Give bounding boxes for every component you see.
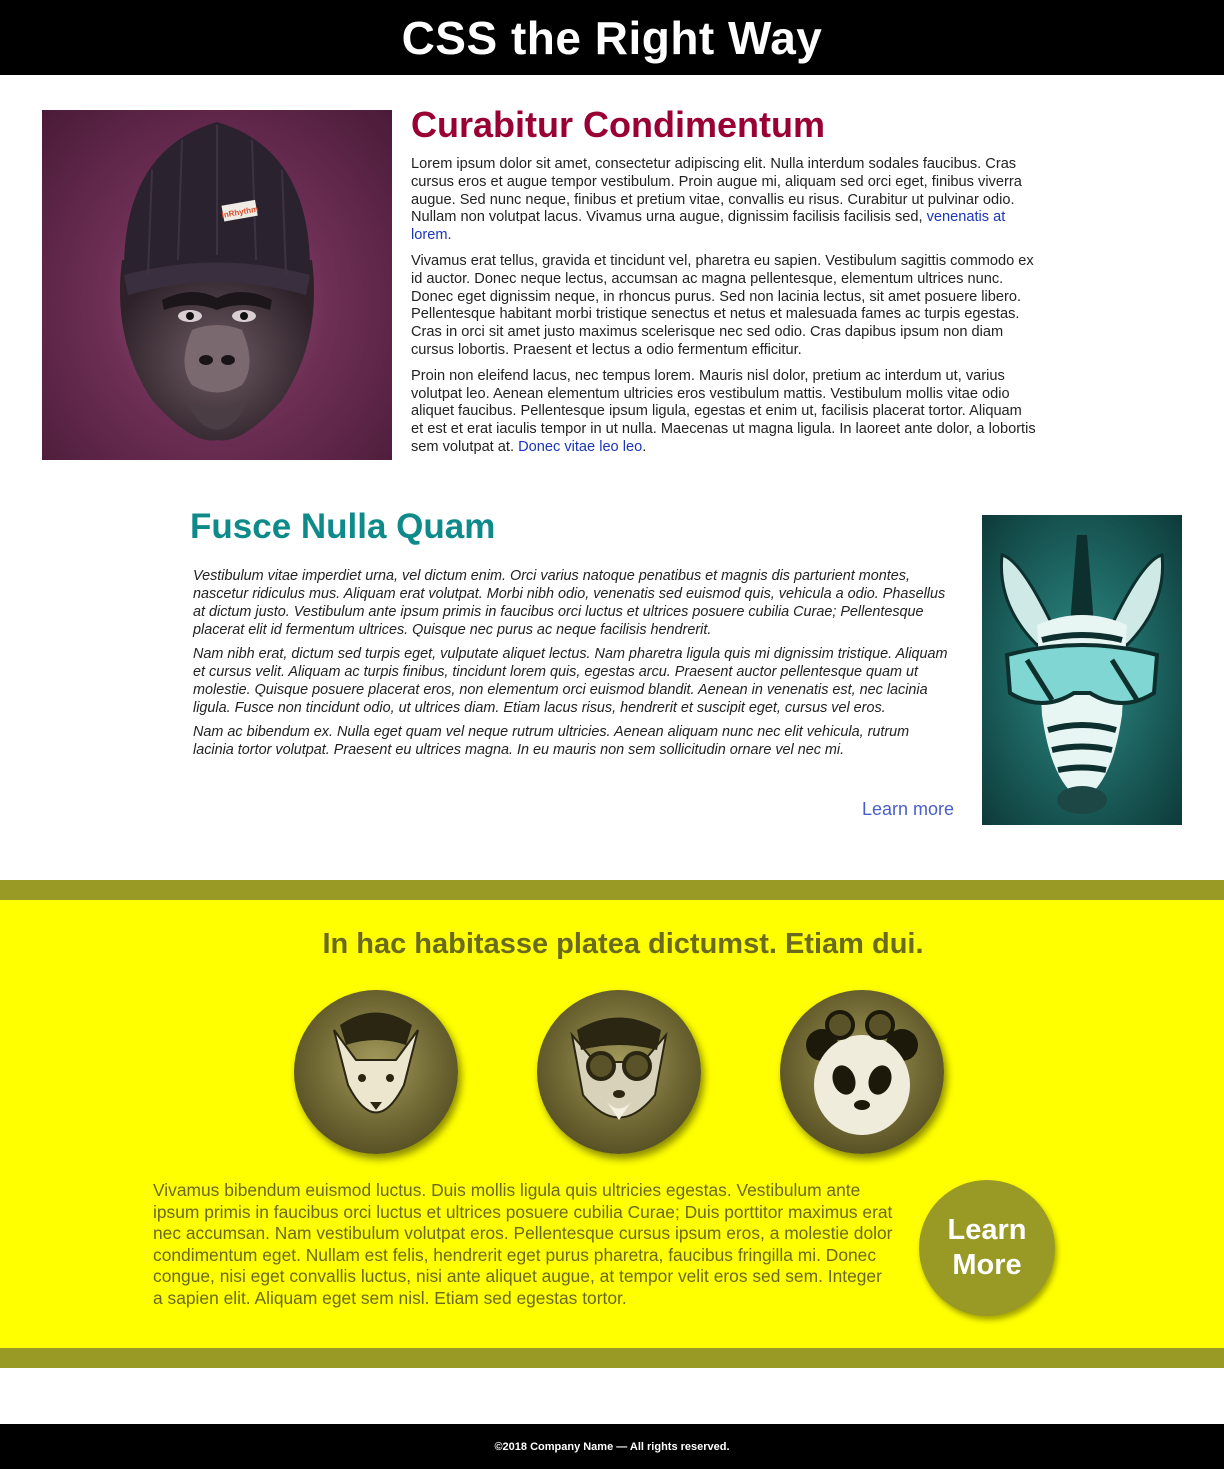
section1-p3-text: Proin non eleifend lacus, nec tempus lor… [411,367,1036,455]
band-bottom-stripe [0,1348,1224,1368]
section1-content: Curabitur Condimentum Lorem ipsum dolor … [411,104,1036,465]
section2-content: Fusce Nulla Quam Vestibulum vitae imperd… [190,507,950,765]
zebra-icon [999,535,1165,814]
section2-heading: Fusce Nulla Quam [190,507,496,546]
site-title: CSS the Right Way [401,11,823,64]
section1-paragraph-2: Vivamus erat tellus, gravida et tincidun… [411,252,1034,358]
section2-paragraph-2: Nam nibh erat, dictum sed turpis eget, v… [193,646,948,716]
panda-image [780,990,944,1154]
section2-learn-more-link[interactable]: Learn more [862,799,954,820]
section1-paragraph-3: Proin non eleifend lacus, nec tempus lor… [411,368,1036,457]
section1-paragraph-1: Lorem ipsum dolor sit amet, consectetur … [411,156,1036,245]
site-footer: ©2018 Company Name — All rights reserved… [0,1424,1224,1469]
learn-more-button[interactable]: Learn More [919,1180,1055,1316]
gorilla-image: InRhythm [42,110,392,460]
band-heading: In hac habitasse platea dictumst. Etiam … [322,928,924,960]
section1-link-donec[interactable]: Donec vitae leo leo [518,439,642,455]
wolf-image [537,990,701,1154]
band-body-text: Vivamus bibendum euismod luctus. Duis mo… [153,1180,893,1308]
section1-heading: Curabitur Condimentum [411,104,825,145]
gorilla-icon: InRhythm [120,122,314,441]
section2-paragraph-3: Nam ac bibendum ex. Nulla eget quam vel … [193,724,910,758]
learn-more-button-label: Learn More [947,1214,1027,1281]
section1-p3-period: . [642,438,647,455]
fox-image [294,990,458,1154]
wolf-icon [570,1017,668,1120]
site-header: CSS the Right Way [0,0,1224,75]
section1-p1-period: . [447,227,452,244]
footer-copyright: ©2018 Company Name — All rights reserved… [494,1440,730,1453]
section2-paragraph-1: Vestibulum vitae imperdiet urna, vel dic… [193,568,946,638]
panda-icon [806,1010,918,1135]
band-top-stripe [0,880,1224,900]
zebra-image [982,515,1182,825]
feature-band: In hac habitasse platea dictumst. Etiam … [0,900,1224,1348]
fox-icon [333,1012,419,1114]
